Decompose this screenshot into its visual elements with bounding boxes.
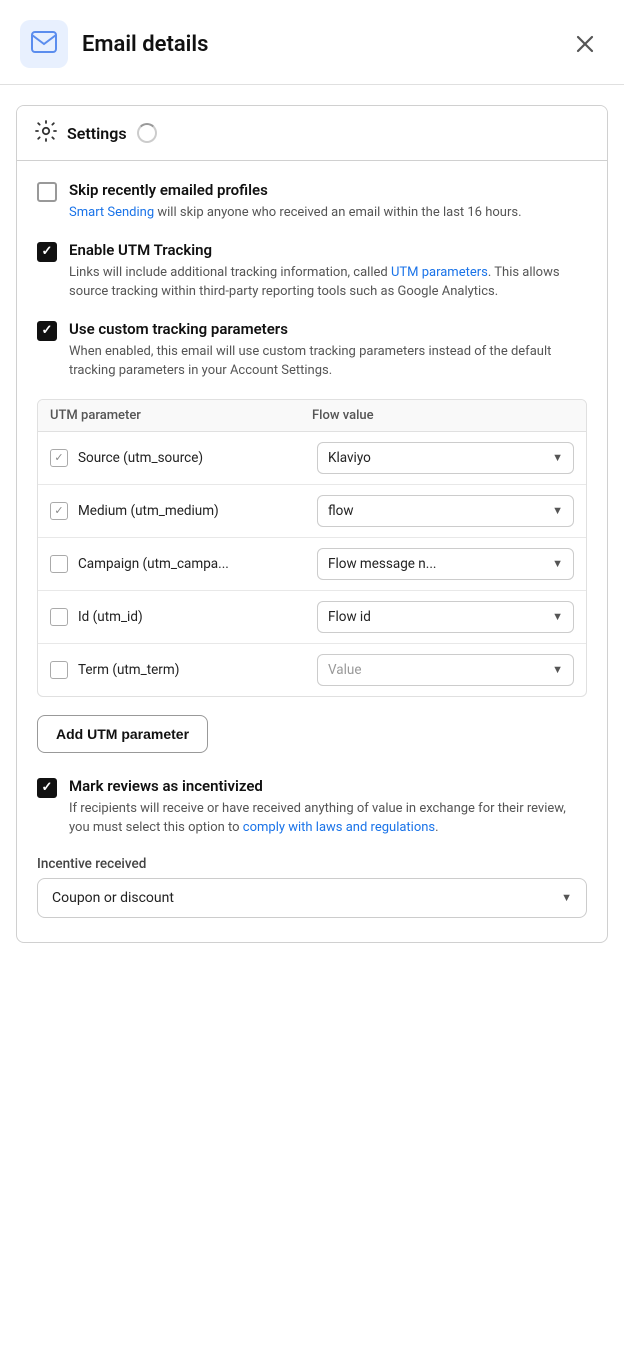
utm-medium-value: flow <box>328 503 354 519</box>
utm-campaign-checkbox[interactable] <box>50 555 68 573</box>
gear-icon <box>35 120 57 146</box>
utm-row-term: Term (utm_term) Value ▼ <box>38 644 586 696</box>
custom-tracking-row: Use custom tracking parameters When enab… <box>37 320 587 381</box>
page: Email details Settings <box>0 0 624 1346</box>
header-left: Email details <box>20 20 208 68</box>
utm-table-header: UTM parameter Flow value <box>38 400 586 432</box>
utm-id-dropdown[interactable]: Flow id ▼ <box>317 601 574 633</box>
incentive-dropdown[interactable]: Coupon or discount ▼ <box>37 878 587 918</box>
utm-source-dropdown[interactable]: Klaviyo ▼ <box>317 442 574 474</box>
utm-medium-label: Medium (utm_medium) <box>78 503 219 519</box>
utm-tracking-label: Enable UTM Tracking <box>69 241 587 259</box>
utm-tracking-desc: Links will include additional tracking i… <box>69 263 587 302</box>
utm-source-value: Klaviyo <box>328 450 371 466</box>
utm-parameters-link[interactable]: UTM parameters <box>391 265 488 280</box>
utm-medium-checkbox[interactable] <box>50 502 68 520</box>
utm-term-checkbox[interactable] <box>50 661 68 679</box>
settings-spinner <box>137 123 157 143</box>
utm-source-label: Source (utm_source) <box>78 450 203 466</box>
mark-reviews-desc: If recipients will receive or have recei… <box>69 799 587 838</box>
utm-id-label: Id (utm_id) <box>78 609 143 625</box>
page-title: Email details <box>82 32 208 57</box>
close-button[interactable] <box>570 29 600 59</box>
incentive-value: Coupon or discount <box>52 890 174 906</box>
chevron-down-icon: ▼ <box>552 451 563 464</box>
skip-profiles-checkbox[interactable] <box>37 182 57 202</box>
settings-title: Settings <box>67 124 127 143</box>
email-icon-wrapper <box>20 20 68 68</box>
utm-row-campaign: Campaign (utm_campa... Flow message n...… <box>38 538 586 591</box>
utm-campaign-value: Flow message n... <box>328 556 436 572</box>
incentive-label: Incentive received <box>37 856 587 872</box>
utm-col-value: Flow value <box>312 408 574 423</box>
chevron-down-icon: ▼ <box>552 610 563 623</box>
mark-reviews-section: Mark reviews as incentivized If recipien… <box>37 777 587 918</box>
utm-tracking-checkbox[interactable] <box>37 242 57 262</box>
smart-sending-link[interactable]: Smart Sending <box>69 205 154 220</box>
settings-section: Settings Skip recently emailed profiles … <box>16 105 608 943</box>
skip-profiles-row: Skip recently emailed profiles Smart Sen… <box>37 181 587 223</box>
skip-profiles-desc: Smart Sending will skip anyone who recei… <box>69 203 587 223</box>
add-utm-label: Add UTM parameter <box>56 726 189 742</box>
skip-profiles-label-group: Skip recently emailed profiles Smart Sen… <box>69 181 587 223</box>
custom-tracking-label: Use custom tracking parameters <box>69 320 587 338</box>
utm-row-id: Id (utm_id) Flow id ▼ <box>38 591 586 644</box>
utm-row-term-left: Term (utm_term) <box>50 661 307 679</box>
chevron-down-icon: ▼ <box>552 504 563 517</box>
utm-medium-dropdown[interactable]: flow ▼ <box>317 495 574 527</box>
chevron-down-icon: ▼ <box>552 663 563 676</box>
utm-table: UTM parameter Flow value Source (utm_sou… <box>37 399 587 697</box>
utm-row-id-left: Id (utm_id) <box>50 608 307 626</box>
mark-reviews-checkbox[interactable] <box>37 778 57 798</box>
utm-term-label: Term (utm_term) <box>78 662 179 678</box>
settings-header: Settings <box>17 106 607 161</box>
comply-link[interactable]: comply with laws and regulations <box>243 820 435 835</box>
utm-col-parameter: UTM parameter <box>50 408 312 423</box>
utm-row-medium: Medium (utm_medium) flow ▼ <box>38 485 586 538</box>
utm-row-source: Source (utm_source) Klaviyo ▼ <box>38 432 586 485</box>
custom-tracking-desc: When enabled, this email will use custom… <box>69 342 587 381</box>
mark-reviews-row: Mark reviews as incentivized If recipien… <box>37 777 587 838</box>
settings-body: Skip recently emailed profiles Smart Sen… <box>17 161 607 942</box>
utm-term-value: Value <box>328 662 362 678</box>
custom-tracking-checkbox[interactable] <box>37 321 57 341</box>
header: Email details <box>0 0 624 84</box>
utm-id-checkbox[interactable] <box>50 608 68 626</box>
chevron-down-icon: ▼ <box>552 557 563 570</box>
utm-row-campaign-left: Campaign (utm_campa... <box>50 555 307 573</box>
utm-source-checkbox[interactable] <box>50 449 68 467</box>
utm-tracking-label-group: Enable UTM Tracking Links will include a… <box>69 241 587 302</box>
utm-row-medium-left: Medium (utm_medium) <box>50 502 307 520</box>
mark-reviews-label-group: Mark reviews as incentivized If recipien… <box>69 777 587 838</box>
skip-profiles-label: Skip recently emailed profiles <box>69 181 587 199</box>
custom-tracking-label-group: Use custom tracking parameters When enab… <box>69 320 587 381</box>
utm-term-dropdown[interactable]: Value ▼ <box>317 654 574 686</box>
email-icon <box>31 31 57 57</box>
utm-campaign-dropdown[interactable]: Flow message n... ▼ <box>317 548 574 580</box>
utm-row-source-left: Source (utm_source) <box>50 449 307 467</box>
header-divider <box>0 84 624 85</box>
chevron-down-icon: ▼ <box>561 891 572 904</box>
add-utm-button[interactable]: Add UTM parameter <box>37 715 208 753</box>
utm-id-value: Flow id <box>328 609 371 625</box>
utm-campaign-label: Campaign (utm_campa... <box>78 556 229 572</box>
mark-reviews-label: Mark reviews as incentivized <box>69 777 587 795</box>
utm-tracking-row: Enable UTM Tracking Links will include a… <box>37 241 587 302</box>
